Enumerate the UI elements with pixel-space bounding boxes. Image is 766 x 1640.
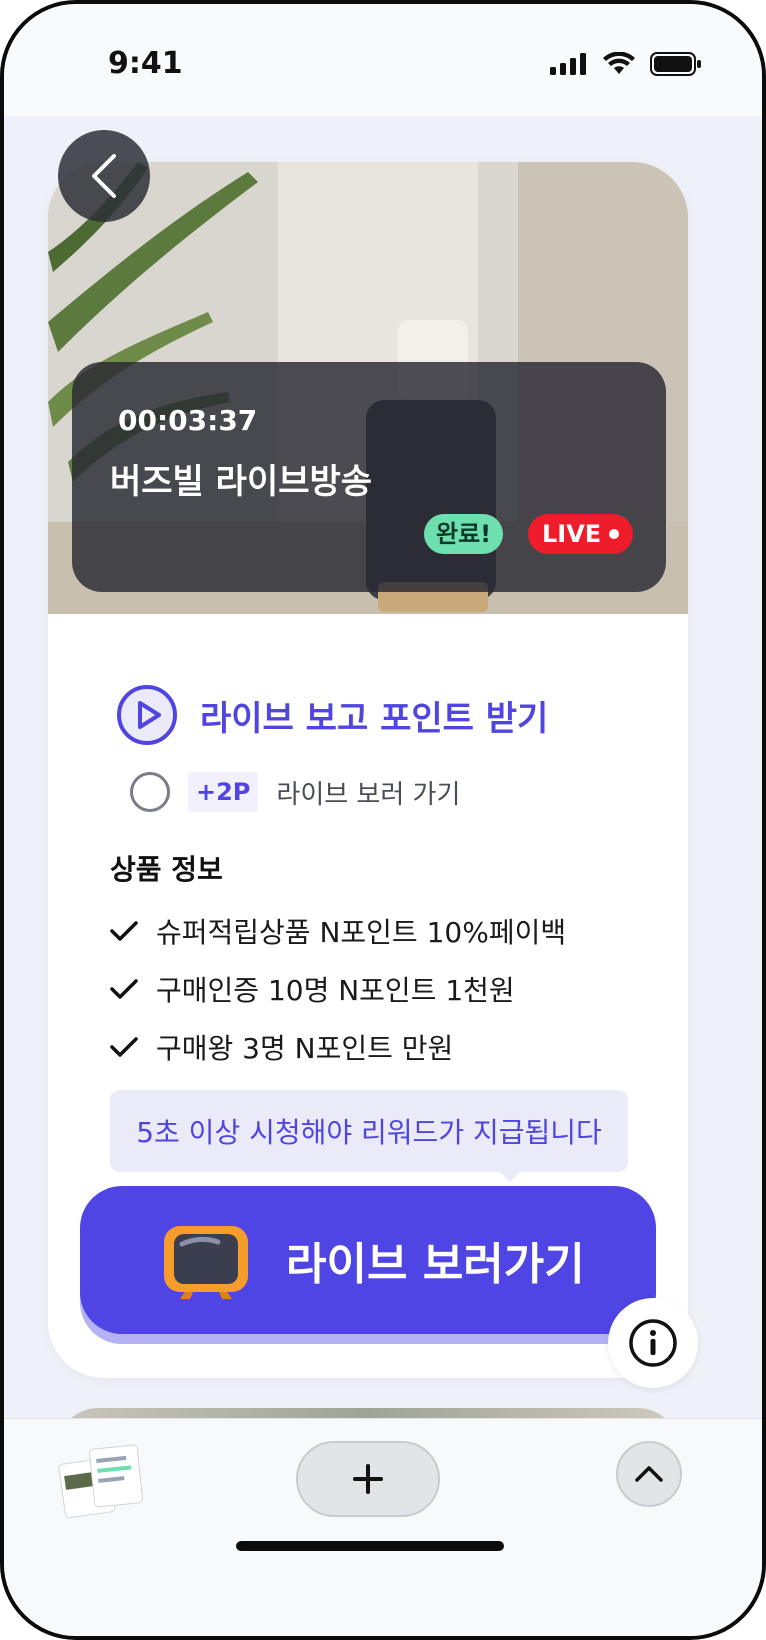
back-button[interactable] — [58, 130, 150, 222]
plus-icon — [353, 1464, 383, 1494]
list-item: 구매인증 10명 N포인트 1천원 — [110, 960, 566, 1018]
battery-icon — [650, 52, 701, 76]
add-button[interactable] — [296, 1441, 440, 1517]
live-timer: 00:03:37 — [118, 404, 258, 437]
list-item-text: 구매왕 3명 N포인트 만원 — [156, 1032, 454, 1065]
mission-task[interactable]: +2P 라이브 보러 가기 — [130, 772, 460, 812]
status-icons — [550, 52, 702, 76]
bottom-bar — [4, 1418, 762, 1636]
live-info-overlay: 00:03:37 버즈빌 라이브방송 완료! LIVE — [72, 362, 666, 592]
mission-title: 라이브 보고 포인트 받기 — [200, 698, 549, 739]
signal-icon — [550, 53, 586, 75]
watch-live-label: 라이브 보러가기 — [286, 1239, 585, 1290]
list-item-text: 슈퍼적립상품 N포인트 10%페이백 — [156, 916, 567, 949]
phone-frame: 9:41 00:03:37 버즈빌 라이브방송 완료! LIVE 라이브 보고 … — [0, 0, 766, 1640]
list-item-text: 구매인증 10명 N포인트 1천원 — [156, 974, 515, 1007]
list-item: 슈퍼적립상품 N포인트 10%페이백 — [110, 902, 566, 960]
status-bar: 9:41 — [4, 4, 762, 116]
task-label: 라이브 보러 가기 — [276, 779, 461, 810]
watch-live-button[interactable]: 라이브 보러가기 — [80, 1186, 656, 1334]
done-badge: 완료! — [424, 514, 504, 554]
info-icon — [629, 1319, 677, 1367]
mission-header: 라이브 보고 포인트 받기 — [116, 684, 548, 746]
wifi-icon — [603, 52, 635, 74]
info-button[interactable] — [608, 1298, 698, 1388]
reward-tooltip: 5초 이상 시청해야 리워드가 지급됩니다 — [110, 1090, 628, 1172]
live-badge-label: LIVE — [542, 520, 602, 548]
live-title: 버즈빌 라이브방송 — [110, 462, 373, 502]
check-icon — [110, 979, 138, 999]
check-icon — [110, 1037, 138, 1057]
scroll-top-button[interactable] — [616, 1441, 682, 1507]
card-stack-thumbnail[interactable] — [58, 1443, 144, 1519]
check-icon — [110, 921, 138, 941]
product-info-title: 상품 정보 — [110, 853, 223, 886]
points-badge: +2P — [188, 772, 259, 812]
tooltip-tail — [498, 1170, 522, 1182]
live-card: 00:03:37 버즈빌 라이브방송 완료! LIVE 라이브 보고 포인트 받… — [48, 162, 688, 1378]
status-time: 9:41 — [108, 46, 183, 81]
live-badge: LIVE — [528, 514, 634, 554]
chevron-left-icon — [92, 154, 116, 198]
play-circle-icon — [117, 685, 177, 745]
live-dot-icon — [609, 529, 620, 539]
product-info-list: 슈퍼적립상품 N포인트 10%페이백 구매인증 10명 N포인트 1천원 구매왕… — [110, 902, 566, 1076]
list-item: 구매왕 3명 N포인트 만원 — [110, 1018, 566, 1076]
tv-icon — [164, 1226, 248, 1299]
live-thumbnail[interactable]: 00:03:37 버즈빌 라이브방송 완료! LIVE — [48, 162, 688, 614]
task-checkbox[interactable] — [130, 772, 170, 812]
home-indicator — [236, 1541, 504, 1551]
chevron-up-icon — [635, 1466, 663, 1482]
